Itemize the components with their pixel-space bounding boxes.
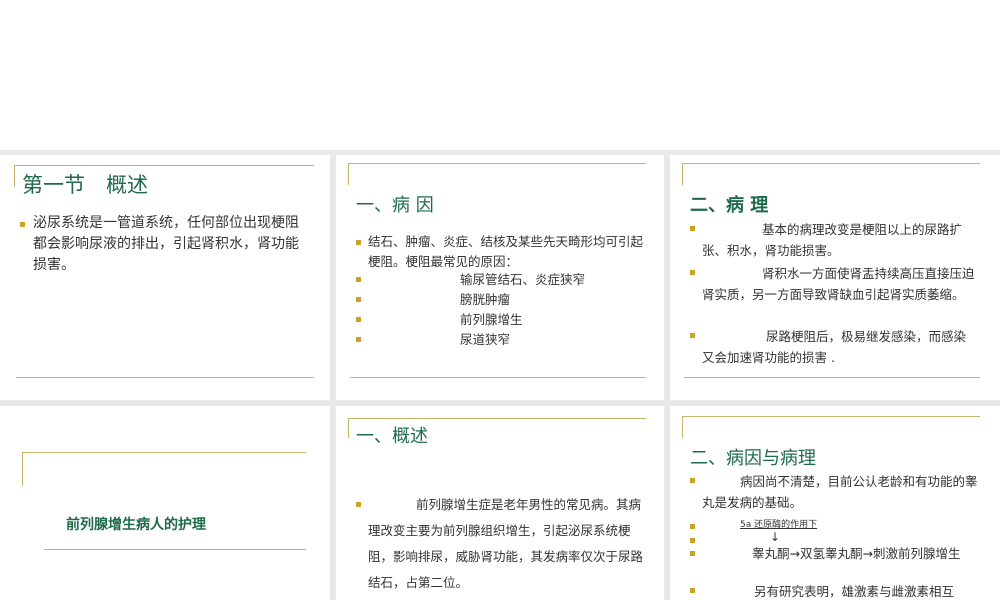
corner-bracket-horizontal	[682, 163, 980, 164]
slide-title: 前列腺增生病人的护理	[66, 517, 206, 533]
bullet-text: 前列腺增生症是老年男性的常见病。其病理改变主要为前列腺组织增生，引起泌尿系统梗阻…	[368, 497, 644, 590]
bullet-marker	[20, 222, 25, 227]
slide-4[interactable]: 前列腺增生病人的护理	[0, 406, 330, 600]
corner-bracket-vertical	[22, 452, 23, 486]
corner-bracket-horizontal	[682, 416, 980, 417]
cause-item: 膀胱肿瘤	[460, 292, 511, 307]
bottom-rule	[16, 377, 314, 378]
bullet-marker	[690, 270, 695, 275]
bottom-rule	[684, 377, 980, 378]
bullet-marker	[356, 240, 361, 245]
corner-bracket-horizontal	[348, 418, 646, 419]
corner-bracket-horizontal	[14, 165, 314, 166]
bullet-marker	[356, 297, 361, 302]
corner-bracket-vertical	[682, 416, 683, 438]
bullet-marker	[690, 333, 695, 338]
slide-1[interactable]: 第一节 概述 泌尿系统是一管道系统，任何部位出现梗阻都会影响尿液的排出，引起肾积…	[0, 155, 330, 400]
bullet-marker	[690, 478, 695, 483]
bullet-marker	[690, 226, 695, 231]
bullet-marker	[356, 337, 361, 342]
slide-title: 二、病因与病理	[690, 448, 816, 469]
cause-item: 尿道狭窄	[460, 332, 511, 347]
bullet-text: 尿路梗阻后，极易继发感染，而感染又会加速肾功能的损害 .	[702, 329, 967, 365]
corner-bracket-vertical	[348, 163, 349, 185]
bullet-marker	[356, 277, 361, 282]
bullet-text: 基本的病理改变是梗阻以上的尿路扩张、积水，肾功能损害。	[702, 222, 963, 258]
bullet-marker	[356, 502, 361, 507]
bullet-text: 病因尚不清楚，目前公认老龄和有功能的睾丸是发病的基础。	[702, 474, 978, 510]
top-blank-area	[0, 0, 1000, 150]
slide-3[interactable]: 二、病 理 基本的病理改变是梗阻以上的尿路扩张、积水，肾功能损害。 肾积水一方面…	[670, 155, 1000, 400]
corner-bracket-vertical	[348, 418, 349, 438]
bullet-marker	[356, 317, 361, 322]
bullet-marker	[690, 551, 695, 556]
slide-title: 一、概述	[356, 426, 428, 447]
bullet-marker	[690, 538, 695, 543]
reaction-text: 睾丸酮→双氢睾丸酮→刺激前列腺增生	[752, 546, 961, 561]
bullet-text: 泌尿系统是一管道系统，任何部位出现梗阻都会影响尿液的排出，引起肾积水，肾功能损害…	[33, 215, 299, 273]
bottom-rule	[350, 377, 646, 378]
bottom-rule	[44, 549, 306, 550]
bullet-marker	[690, 588, 695, 593]
bullet-text: 肾积水一方面使肾盂持续高压直接压迫肾实质，另一方面导致肾缺血引起肾实质萎缩。	[702, 266, 975, 302]
slide-2[interactable]: 一、病 因 结石、肿瘤、炎症、结核及某些先天畸形均可引起梗阻。梗阻最常见的原因：…	[336, 155, 664, 400]
more-text: 另有研究表明，雄激素与雌激素相互	[754, 584, 955, 599]
corner-bracket-vertical	[14, 165, 15, 187]
slide-title: 第一节 概述	[22, 173, 148, 197]
corner-bracket-horizontal	[348, 163, 646, 164]
cause-item: 前列腺增生	[460, 312, 523, 327]
slide-6[interactable]: 二、病因与病理 病因尚不清楚，目前公认老龄和有功能的睾丸是发病的基础。 5a 还…	[670, 406, 1000, 600]
corner-bracket-horizontal	[22, 452, 306, 453]
intro-text: 结石、肿瘤、炎症、结核及某些先天畸形均可引起梗阻。梗阻最常见的原因：	[368, 234, 644, 269]
cause-item: 输尿管结石、炎症狭窄	[460, 272, 586, 287]
slide-5[interactable]: 一、概述 前列腺增生症是老年男性的常见病。其病理改变主要为前列腺组织增生，引起泌…	[336, 406, 664, 600]
slide-title: 一、病 因	[356, 195, 434, 216]
slide-title: 二、病 理	[690, 195, 769, 216]
arrow-down-icon: ↓	[770, 530, 781, 544]
corner-bracket-vertical	[682, 163, 683, 185]
bullet-marker	[690, 524, 695, 529]
